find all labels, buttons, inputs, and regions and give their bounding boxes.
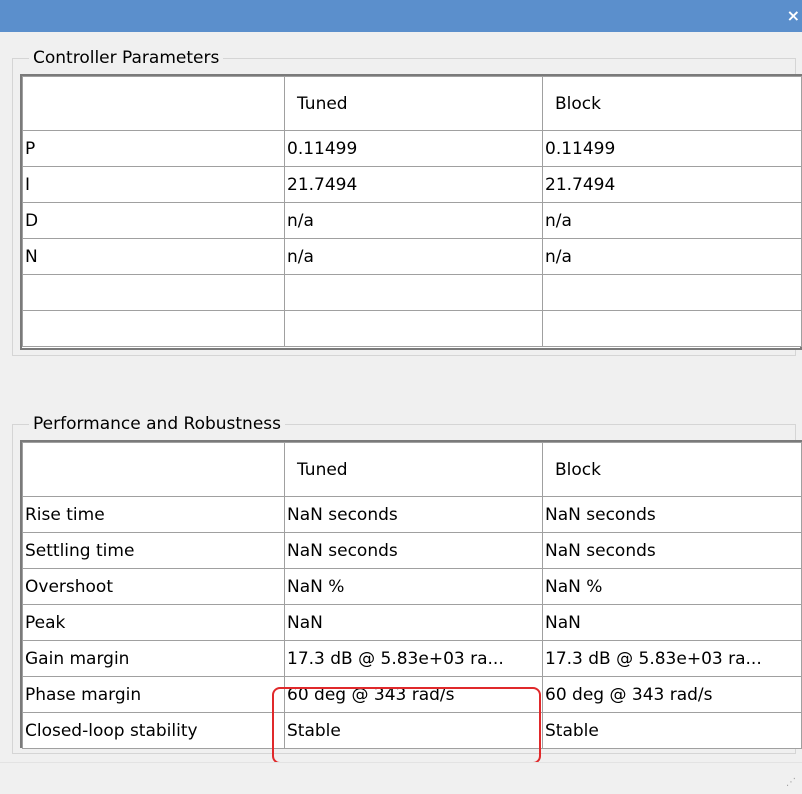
controller-parameters-table-cell[interactable]: n/a <box>542 238 802 275</box>
performance-table-row[interactable]: Overshoot NaN % NaN % <box>22 568 802 605</box>
performance-column-header: Block <box>542 442 802 497</box>
controller-parameters-table-cell[interactable]: 21.7494 <box>542 166 802 203</box>
performance-table-cell[interactable]: 60 deg @ 343 rad/s <box>284 676 543 713</box>
controller-parameters-table-cell[interactable]: I <box>22 166 285 203</box>
performance-table-row[interactable]: Gain margin 17.3 dB @ 5.83e+03 ra... 17.3 … <box>22 640 802 677</box>
controller-parameters-table: Tuned Block P 0.11499 0.11499 I 21.7494 21.7494… <box>22 76 802 347</box>
performance-column-header <box>22 442 285 497</box>
performance-table-frame: Tuned Block Rise time NaN seconds NaN second… <box>20 440 802 749</box>
performance-table-cell[interactable]: Overshoot <box>22 568 285 605</box>
performance-table-row[interactable]: Settling time NaN seconds NaN seconds <box>22 532 802 569</box>
performance-table-cell[interactable]: NaN % <box>542 568 802 605</box>
performance-table-cell[interactable]: NaN % <box>284 568 543 605</box>
resize-grip-icon[interactable]: ⋰ <box>786 778 796 788</box>
close-icon[interactable]: × <box>786 8 800 24</box>
controller-parameters-table-cell[interactable] <box>542 310 802 347</box>
controller-parameters-title: Controller Parameters <box>29 46 224 70</box>
performance-table-row[interactable]: Closed-loop stability Stable Stable <box>22 712 802 749</box>
performance-table-cell[interactable]: NaN seconds <box>284 496 543 533</box>
controller-parameters-table-cell[interactable]: n/a <box>542 202 802 239</box>
performance-table-cell[interactable]: Settling time <box>22 532 285 569</box>
performance-table-cell[interactable]: Stable <box>284 712 543 749</box>
performance-table-row[interactable]: Phase margin 60 deg @ 343 rad/s 60 deg @ 3… <box>22 676 802 713</box>
performance-table: Tuned Block Rise time NaN seconds NaN second… <box>22 442 802 749</box>
performance-table-cell[interactable]: Gain margin <box>22 640 285 677</box>
performance-table-cell[interactable]: 17.3 dB @ 5.83e+03 ra... <box>284 640 543 677</box>
controller-parameters-table-row[interactable]: Nn/a n/a <box>22 238 802 275</box>
performance-table-cell[interactable]: Stable <box>542 712 802 749</box>
controller-parameters-table-row[interactable]: Dn/a n/a <box>22 202 802 239</box>
performance-header-row: Tuned Block <box>22 442 802 497</box>
controller-parameters-table-cell[interactable]: 21.7494 <box>284 166 543 203</box>
performance-column-header: Tuned <box>284 442 543 497</box>
controller-parameters-table-cell[interactable]: N <box>22 238 285 275</box>
performance-table-cell[interactable]: Rise time <box>22 496 285 533</box>
performance-table-cell[interactable]: NaN <box>284 604 543 641</box>
controller-parameters-table-cell[interactable]: 0.11499 <box>284 130 543 167</box>
performance-table-row[interactable]: Peak NaN NaN <box>22 604 802 641</box>
controller-parameters-table-cell[interactable] <box>284 274 543 311</box>
performance-table-row[interactable]: Rise time NaN seconds NaN seconds <box>22 496 802 533</box>
performance-table-cell[interactable]: Phase margin <box>22 676 285 713</box>
title-bar: × <box>0 0 802 32</box>
controller-parameters-table-row[interactable]: P 0.11499 0.11499 <box>22 130 802 167</box>
performance-table-cell[interactable]: NaN seconds <box>284 532 543 569</box>
performance-table-cell[interactable]: Peak <box>22 604 285 641</box>
performance-table-cell[interactable]: NaN seconds <box>542 496 802 533</box>
controller-parameters-table-cell[interactable] <box>22 310 285 347</box>
controller-parameters-table-row[interactable] <box>22 274 802 311</box>
controller-parameters-table-cell[interactable] <box>284 310 543 347</box>
status-bar: ⋰ <box>0 762 802 794</box>
controller-parameters-table-row[interactable]: I 21.7494 21.7494 <box>22 166 802 203</box>
performance-table-cell[interactable]: NaN <box>542 604 802 641</box>
controller-parameters-column-header: Block <box>542 76 802 131</box>
performance-table-cell[interactable]: 60 deg @ 343 rad/s <box>542 676 802 713</box>
performance-table-cell[interactable]: 17.3 dB @ 5.83e+03 ra... <box>542 640 802 677</box>
controller-parameters-table-cell[interactable] <box>542 274 802 311</box>
performance-table-cell[interactable]: Closed-loop stability <box>22 712 285 749</box>
performance-table-cell[interactable]: NaN seconds <box>542 532 802 569</box>
controller-parameters-table-cell[interactable]: n/a <box>284 202 543 239</box>
controller-parameters-table-cell[interactable]: 0.11499 <box>542 130 802 167</box>
controller-parameters-table-frame: Tuned Block P 0.11499 0.11499 I 21.7494 21.7494… <box>20 74 802 350</box>
controller-parameters-table-cell[interactable]: n/a <box>284 238 543 275</box>
controller-parameters-table-cell[interactable]: P <box>22 130 285 167</box>
controller-parameters-table-cell[interactable]: D <box>22 202 285 239</box>
controller-parameters-column-header <box>22 76 285 131</box>
controller-parameters-column-header: Tuned <box>284 76 543 131</box>
controller-parameters-table-row[interactable] <box>22 310 802 347</box>
controller-parameters-header-row: Tuned Block <box>22 76 802 131</box>
performance-title: Performance and Robustness <box>29 412 286 436</box>
controller-parameters-table-cell[interactable] <box>22 274 285 311</box>
